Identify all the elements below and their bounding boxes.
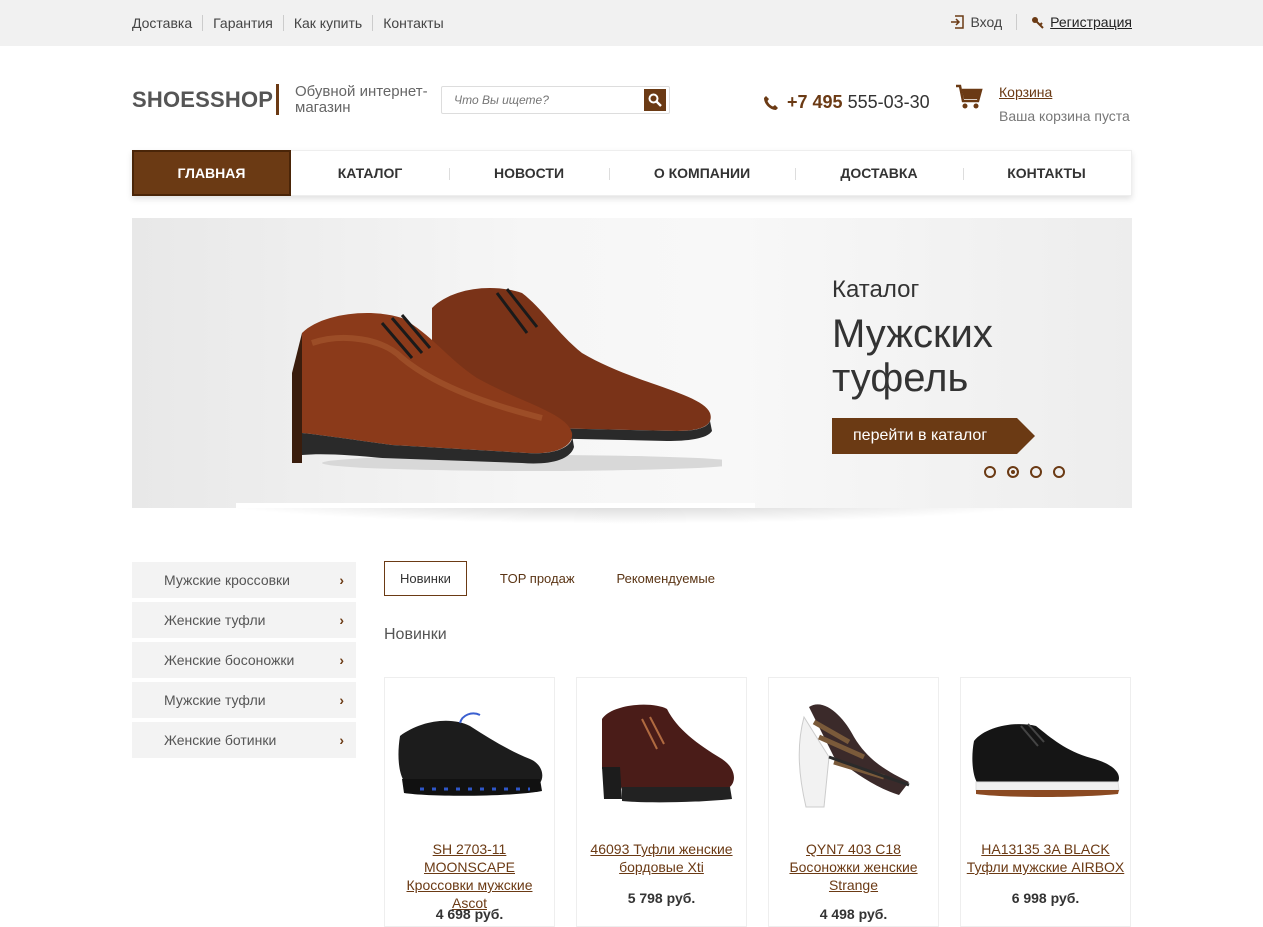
mens-shoe-image (971, 723, 1120, 797)
nav-news[interactable]: НОВОСТИ (449, 151, 609, 195)
product-card[interactable]: QYN7 403 C18 Босоножки женские Strange 4… (768, 677, 939, 927)
banner-title: Мужских туфель (832, 312, 993, 400)
banner-shoes-image (292, 288, 722, 471)
search-input[interactable] (442, 87, 638, 113)
hero-banner: Каталог Мужских туфель перейти в каталог (132, 218, 1132, 508)
chevron-right-icon: › (339, 652, 344, 668)
slider-dot-active[interactable] (1007, 466, 1019, 478)
main-nav: ГЛАВНАЯ КАТАЛОГ НОВОСТИ О КОМПАНИИ ДОСТА… (132, 150, 1132, 196)
product-image[interactable] (773, 686, 934, 816)
product-grid: SH 2703-11 MOONSCAPE Кроссовки мужские A… (384, 677, 1131, 927)
product-name[interactable]: 46093 Туфли женские бордовые Xti (577, 840, 746, 876)
product-card[interactable]: HA13135 3A BLACK Туфли мужские AIRBOX 6 … (960, 677, 1131, 927)
tab-top-sales[interactable]: TOP продаж (479, 561, 596, 596)
slider-dot[interactable] (984, 466, 996, 478)
top-link-contacts[interactable]: Контакты (372, 15, 453, 31)
chevron-right-icon: › (339, 692, 344, 708)
register-link[interactable]: Регистрация (1017, 14, 1132, 30)
banner-catalog-button[interactable]: перейти в каталог (832, 418, 1035, 454)
slider-dot[interactable] (1053, 466, 1065, 478)
auth-links: Вход Регистрация (950, 14, 1132, 30)
phone-icon (764, 95, 778, 110)
sidebar-item-label: Мужские кроссовки (164, 572, 290, 588)
sidebar-item-womens-shoes[interactable]: Женские туфли › (132, 602, 356, 638)
product-tabs: Новинки TOP продаж Рекомендуемые (384, 561, 736, 596)
search-button[interactable] (644, 89, 666, 111)
logo[interactable]: SHOESSHOP (132, 87, 273, 113)
sidebar-item-mens-sneakers[interactable]: Мужские кроссовки › (132, 562, 356, 598)
phone-code: +7 495 (787, 92, 843, 112)
nav-home[interactable]: ГЛАВНАЯ (132, 150, 291, 196)
product-price: 6 998 руб. (1011, 890, 1080, 906)
phone[interactable]: +7 495 555-03-30 (763, 92, 930, 113)
sandal-image (798, 704, 909, 808)
sidebar-item-womens-sandals[interactable]: Женские босоножки › (132, 642, 356, 678)
login-label: Вход (970, 14, 1003, 30)
search-box (441, 86, 670, 114)
product-price: 4 498 руб. (819, 906, 888, 922)
sidebar-item-label: Женские босоножки (164, 652, 295, 668)
banner-subtitle: Каталог (832, 276, 920, 303)
womens-shoe-image (601, 704, 734, 802)
section-title: Новинки (384, 626, 447, 643)
phone-number: 555-03-30 (842, 92, 930, 112)
top-nav: Доставка Гарантия Как купить Контакты (132, 15, 454, 31)
search-icon (648, 93, 662, 107)
nav-about[interactable]: О КОМПАНИИ (609, 151, 795, 195)
product-image[interactable] (965, 686, 1126, 816)
product-name[interactable]: SH 2703-11 MOONSCAPE Кроссовки мужские A… (385, 840, 554, 912)
tab-recommended[interactable]: Рекомендуемые (596, 561, 736, 596)
top-link-how-to-buy[interactable]: Как купить (282, 15, 372, 31)
tagline: Обувной интернет-магазин (295, 83, 428, 116)
category-sidebar: Мужские кроссовки › Женские туфли › Женс… (132, 562, 356, 762)
product-price: 5 798 руб. (627, 890, 696, 906)
nav-contacts[interactable]: КОНТАКТЫ (963, 151, 1130, 195)
sidebar-item-womens-boots[interactable]: Женские ботинки › (132, 722, 356, 758)
key-icon (1032, 16, 1044, 29)
logo-divider (276, 84, 279, 115)
sidebar-item-label: Мужские туфли (164, 692, 266, 708)
sidebar-item-mens-shoes[interactable]: Мужские туфли › (132, 682, 356, 718)
slider-dots (984, 466, 1065, 478)
slider-dot[interactable] (1030, 466, 1042, 478)
sneaker-image (397, 712, 542, 796)
cart-status: Ваша корзина пуста (999, 108, 1130, 124)
product-image[interactable] (581, 686, 742, 816)
chevron-right-icon: › (339, 612, 344, 628)
top-link-warranty[interactable]: Гарантия (202, 15, 283, 31)
chevron-right-icon: › (339, 572, 344, 588)
tab-new[interactable]: Новинки (384, 561, 467, 596)
banner-progress-line (236, 503, 755, 508)
chevron-right-icon: › (339, 732, 344, 748)
register-label: Регистрация (1050, 14, 1132, 30)
cart-icon[interactable] (955, 84, 983, 110)
sidebar-item-label: Женские ботинки (164, 732, 277, 748)
cart-link[interactable]: Корзина (999, 84, 1052, 100)
top-bar: Доставка Гарантия Как купить Контакты Вх… (0, 0, 1263, 46)
product-card[interactable]: SH 2703-11 MOONSCAPE Кроссовки мужские A… (384, 677, 555, 927)
nav-catalog[interactable]: КАТАЛОГ (291, 151, 449, 195)
login-link[interactable]: Вход (950, 14, 1018, 30)
nav-delivery[interactable]: ДОСТАВКА (795, 151, 963, 195)
login-icon (951, 15, 965, 29)
product-price: 4 698 руб. (435, 906, 504, 922)
product-name[interactable]: QYN7 403 C18 Босоножки женские Strange (769, 840, 938, 894)
product-card[interactable]: 46093 Туфли женские бордовые Xti 5 798 р… (576, 677, 747, 927)
top-link-delivery[interactable]: Доставка (132, 15, 202, 31)
sidebar-item-label: Женские туфли (164, 612, 266, 628)
product-name[interactable]: HA13135 3A BLACK Туфли мужские AIRBOX (961, 840, 1130, 876)
product-image[interactable] (389, 686, 550, 816)
